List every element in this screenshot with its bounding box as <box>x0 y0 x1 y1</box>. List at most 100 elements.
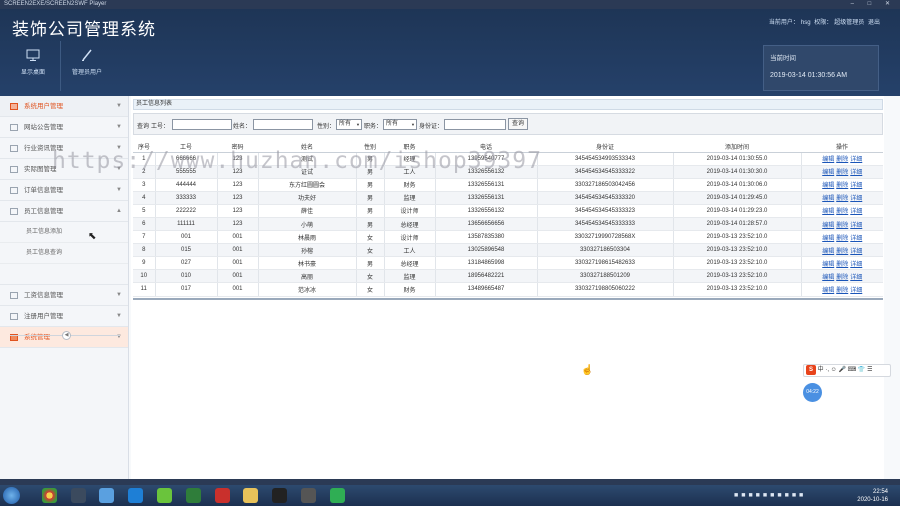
admin-user-button[interactable]: 管理员用户 <box>62 49 112 76</box>
sidebar-item-announcements[interactable]: 网站公告管理 ▼ <box>0 117 128 138</box>
app-title: 装饰公司管理系统 <box>12 20 156 39</box>
table-cell: 5 <box>133 204 156 218</box>
media-player-icon[interactable] <box>71 488 86 503</box>
table-cell: 001 <box>217 269 259 284</box>
cloud-icon[interactable] <box>99 488 114 503</box>
taskbar-clock[interactable]: 22:54 2020-10-16 <box>857 488 888 504</box>
qq-icon[interactable] <box>272 488 287 503</box>
spreadsheet-icon[interactable] <box>186 488 201 503</box>
table-cell: 001 <box>217 282 259 297</box>
table-cell: 小萌 <box>258 217 357 232</box>
chevron-down-icon: ▼ <box>116 124 122 130</box>
detail-link[interactable]: 详细 <box>850 183 862 189</box>
delete-link[interactable]: 删除 <box>836 157 848 163</box>
chrome-icon[interactable] <box>42 488 57 503</box>
sidebar-item-registered-users[interactable]: 注册用户管理 ▼ <box>0 306 128 327</box>
employee-name-input[interactable] <box>253 119 313 130</box>
table-cell: 3 <box>133 178 156 192</box>
sidebar-subitem-employee-query[interactable]: 员工信息查询 <box>0 243 128 264</box>
table-cell: 薛佳 <box>258 204 357 218</box>
chevron-up-icon: ▲ <box>116 208 122 214</box>
detail-link[interactable]: 详细 <box>850 236 862 242</box>
gender-select[interactable]: 所有 <box>336 119 362 130</box>
delete-link[interactable]: 删除 <box>836 170 848 176</box>
search-button[interactable]: 查询 <box>508 118 529 130</box>
logout-link[interactable]: 退出 <box>868 20 880 26</box>
table-cell: 111111 <box>155 217 218 232</box>
flash-icon[interactable] <box>215 488 230 503</box>
detail-link[interactable]: 详细 <box>850 223 862 229</box>
delete-link[interactable]: 删除 <box>836 183 848 189</box>
table-cell: 001 <box>217 243 259 258</box>
edit-link[interactable]: 编辑 <box>822 236 834 242</box>
row-actions: 编辑 删除 详细 <box>801 269 883 284</box>
table-cell: 总经理 <box>384 256 436 271</box>
table-row: 7 001 001 林晨雨女设计师 13587835380 330327199907285… <box>133 230 883 245</box>
table-cell: 女 <box>356 243 385 258</box>
table-cell: 财务 <box>384 178 436 192</box>
sidebar-collapse-button[interactable]: ◀ <box>62 331 71 340</box>
delete-link[interactable]: 删除 <box>836 262 848 268</box>
detail-link[interactable]: 详细 <box>850 157 862 163</box>
sidebar-subitem-employee-add[interactable]: 员工信息添加 <box>0 222 128 243</box>
table-cell: 001 <box>217 230 259 245</box>
edit-link[interactable]: 编辑 <box>822 249 834 255</box>
delete-link[interactable]: 删除 <box>836 288 848 294</box>
edit-link[interactable]: 编辑 <box>822 183 834 189</box>
detail-link[interactable]: 详细 <box>850 262 862 268</box>
sidebar-item-system-users[interactable]: 系统用户管理 ▼ <box>0 96 128 117</box>
delete-link[interactable]: 删除 <box>836 196 848 202</box>
delete-link[interactable]: 删除 <box>836 275 848 281</box>
delete-link[interactable]: 删除 <box>836 223 848 229</box>
floating-timer-bubble[interactable]: 04:22 <box>803 383 822 402</box>
table-cell: 11 <box>133 282 156 297</box>
edit-link[interactable]: 编辑 <box>822 209 834 215</box>
start-button-icon[interactable] <box>3 487 20 504</box>
edit-link[interactable]: 编辑 <box>822 157 834 163</box>
detail-link[interactable]: 详细 <box>850 209 862 215</box>
employee-id-input[interactable] <box>172 119 232 130</box>
search-bar: 查询 工号： 姓名： 性别： 所有 职务： 所有 身份证： 查询 <box>133 113 883 135</box>
sidebar-item-salary[interactable]: 工资信息管理 ▼ <box>0 285 128 306</box>
detail-link[interactable]: 详细 <box>850 196 862 202</box>
detail-link[interactable]: 详细 <box>850 170 862 176</box>
ime-toolbar[interactable]: S 中 ·, ☺ 🎤 ⌨ 👕 ☰ <box>803 364 891 377</box>
table-cell: 33032719990728568X <box>537 230 674 245</box>
table-cell: 7 <box>133 230 156 245</box>
recorder-icon[interactable] <box>301 488 316 503</box>
show-desktop-button[interactable]: 显示桌面 <box>8 49 58 76</box>
sidebar-item-orders[interactable]: 订单信息管理 ▼ <box>0 180 128 201</box>
table-cell: 东方红圆圆会 <box>258 178 357 192</box>
app-icon[interactable] <box>157 488 172 503</box>
window-controls[interactable]: – □ ✕ <box>851 0 896 9</box>
edit-link[interactable]: 编辑 <box>822 170 834 176</box>
idcard-input[interactable] <box>444 119 506 130</box>
table-cell: 9 <box>133 256 156 271</box>
delete-link[interactable]: 删除 <box>836 249 848 255</box>
position-select[interactable]: 所有 <box>383 119 417 130</box>
news-icon <box>10 145 18 152</box>
edit-link[interactable]: 编辑 <box>822 275 834 281</box>
player-icon[interactable] <box>330 488 345 503</box>
table-row: 3 444444 123 东方红圆圆会男财务 13326556131 3303271865… <box>133 178 883 192</box>
edit-link[interactable]: 编辑 <box>822 196 834 202</box>
table-cell: 2019-03-14 01:30:55.0 <box>673 152 802 166</box>
detail-link[interactable]: 详细 <box>850 249 862 255</box>
table-cell: 444444 <box>155 178 218 192</box>
delete-link[interactable]: 删除 <box>836 209 848 215</box>
table-bottom-border <box>133 298 883 300</box>
browser-icon[interactable] <box>128 488 143 503</box>
folder-icon[interactable] <box>243 488 258 503</box>
delete-link[interactable]: 删除 <box>836 236 848 242</box>
sidebar-item-employees[interactable]: 员工信息管理 ▲ <box>0 201 128 222</box>
system-tray-icons[interactable]: ■■■■■■■■■■ <box>734 492 806 499</box>
edit-link[interactable]: 编辑 <box>822 262 834 268</box>
edit-link[interactable]: 编辑 <box>822 223 834 229</box>
table-cell: 13489665487 <box>435 282 538 297</box>
detail-link[interactable]: 详细 <box>850 288 862 294</box>
edit-link[interactable]: 编辑 <box>822 288 834 294</box>
detail-link[interactable]: 详细 <box>850 275 862 281</box>
app-header: 装饰公司管理系统 当前用户： hsg 权限： 超级管理员 退出 显示桌面 管理员用户… <box>0 9 900 96</box>
chevron-down-icon: ▼ <box>116 292 122 298</box>
table-cell: 345454534545333333 <box>537 217 674 232</box>
